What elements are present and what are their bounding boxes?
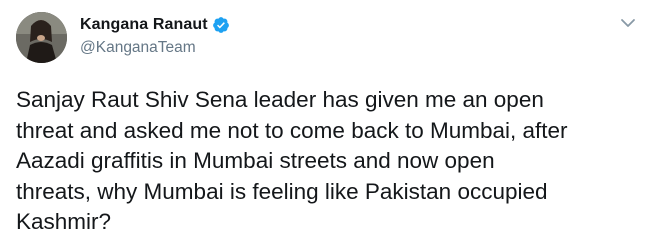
- verified-badge-icon: [212, 16, 230, 34]
- avatar[interactable]: [16, 12, 67, 63]
- author-name-row: Kangana Ranaut: [80, 14, 230, 36]
- author-display-name[interactable]: Kangana Ranaut: [80, 16, 208, 34]
- author-handle[interactable]: @KanganaTeam: [80, 38, 230, 58]
- avatar-image: [16, 12, 67, 63]
- tweet-text: Sanjay Raut Shiv Sena leader has given m…: [16, 87, 568, 234]
- tweet-author: Kangana Ranaut @KanganaTeam: [80, 14, 230, 58]
- chevron-down-icon: [621, 19, 635, 27]
- tweet-card: Kangana Ranaut @KanganaTeam Sanjay Raut …: [0, 0, 650, 247]
- tweet-menu-button[interactable]: [618, 14, 638, 32]
